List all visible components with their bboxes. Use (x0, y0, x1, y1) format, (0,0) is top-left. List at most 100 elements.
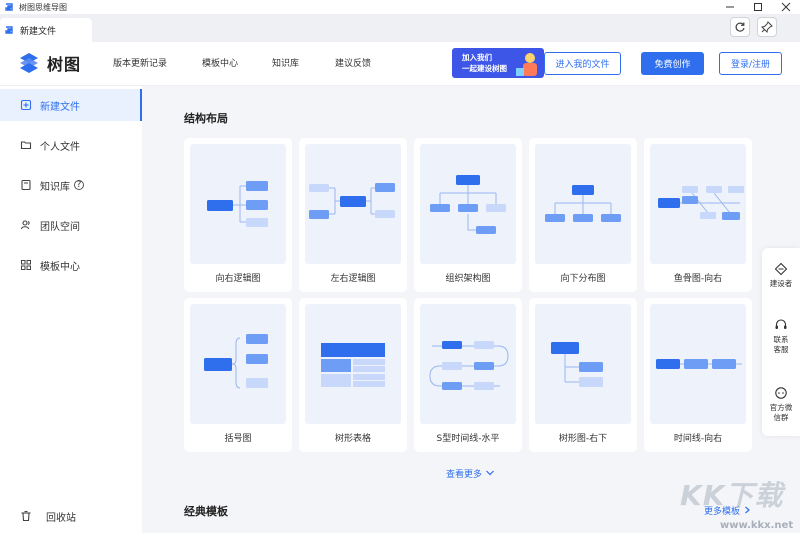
minimize-icon (726, 6, 734, 8)
contact-service-label: 联系客服 (773, 335, 789, 354)
builder-icon (774, 262, 788, 276)
tab-bar: 新建文件 (0, 14, 800, 42)
left-right-logic-diagram-icon (309, 183, 395, 219)
card-label: S型时间线-水平 (436, 434, 500, 444)
card-label: 左右逻辑图 (330, 274, 376, 284)
close-icon (781, 2, 791, 12)
sidebar-item-label: 知识库 (40, 181, 70, 193)
card-label: 鱼骨图-向右 (673, 274, 723, 284)
tab-label: 新建文件 (20, 26, 57, 37)
sidebar-item-team-space[interactable]: 团队空间 (0, 209, 142, 241)
card-label: 时间线-向右 (673, 434, 723, 444)
watermark-logo: KK下载 (680, 479, 784, 512)
s-timeline-diagram-icon (429, 341, 509, 390)
template-card-left-right-logic[interactable]: 左右逻辑图 (299, 138, 407, 292)
banner-line-2: 一起建设树图 (462, 64, 507, 73)
nav-template-center[interactable]: 模板中心 (202, 56, 238, 69)
logo-text: 树图 (47, 55, 82, 74)
see-more-link[interactable]: 查看更多 (446, 467, 495, 480)
card-label: 向下分布图 (560, 274, 606, 284)
banner-line-1: 加入我们 (462, 53, 492, 62)
watermark-url: www.kkx.net (720, 520, 794, 531)
enter-my-files-button[interactable]: 进入我的文件 (544, 52, 621, 75)
template-card-org-chart[interactable]: 组织架构图 (414, 138, 522, 292)
builder-button[interactable]: 建设者 (762, 262, 800, 289)
wechat-group-button[interactable]: 官方微信群 (762, 386, 800, 423)
team-icon (20, 219, 32, 231)
maximize-icon (754, 3, 762, 11)
template-card-down-distribution[interactable]: 向下分布图 (529, 138, 637, 292)
header: 树图 版本更新记录 模板中心 知识库 建议反馈 加入我们 一起建设树图 进入我的… (0, 42, 800, 86)
see-more-label: 查看更多 (446, 470, 483, 480)
template-card-right-logic[interactable]: 向右逻辑图 (184, 138, 292, 292)
nav-feedback[interactable]: 建议反馈 (335, 56, 371, 69)
app-logo-icon (5, 26, 13, 34)
builder-label: 建设者 (769, 279, 793, 288)
fishbone-diagram-icon (658, 186, 744, 220)
card-label: 树形图-右下 (558, 434, 608, 444)
org-chart-diagram-icon (430, 175, 506, 234)
template-card-tree-table[interactable]: 树形表格 (299, 298, 407, 452)
sidebar: 新建文件 个人文件 知识库 ? 团队空间 模板中心 回收站 (0, 86, 142, 533)
sidebar-item-label: 回收站 (46, 512, 76, 524)
sidebar-item-knowledge-base[interactable]: 知识库 ? (0, 169, 142, 201)
contact-service-button[interactable]: 联系客服 (762, 318, 800, 355)
bracket-diagram-icon (204, 334, 268, 389)
tree-table-diagram-icon (321, 343, 385, 387)
tree-down-right-diagram-icon (551, 342, 603, 387)
template-card-tree-down-right[interactable]: 树形图-右下 (529, 298, 637, 452)
template-card-fishbone-right[interactable]: 鱼骨图-向右 (644, 138, 752, 292)
nav-changelog[interactable]: 版本更新记录 (113, 56, 167, 69)
book-icon (20, 179, 32, 191)
main-content: 结构布局 向右逻辑图 左右逻辑图 组织架构图 向下分布图 鱼骨图-向右 括号图 … (142, 86, 800, 533)
sidebar-item-label: 模板中心 (40, 261, 80, 273)
card-label: 树形表格 (334, 434, 371, 444)
sidebar-item-template-center[interactable]: 模板中心 (0, 249, 142, 281)
section-title-structure: 结构布局 (184, 112, 228, 125)
card-label: 向右逻辑图 (215, 274, 261, 284)
timeline-right-diagram-icon (656, 359, 742, 369)
refresh-icon (735, 22, 745, 32)
watermark: KK下载 www.kkx.net (676, 474, 800, 533)
sidebar-item-new-file[interactable]: 新建文件 (0, 89, 142, 121)
new-file-icon (20, 99, 32, 111)
float-panel: 建设者 联系客服 官方微信群 (762, 248, 800, 436)
tab-new-file[interactable]: 新建文件 (0, 18, 92, 42)
shutu-logo-icon (20, 53, 38, 73)
folder-icon (20, 139, 32, 151)
join-us-banner[interactable]: 加入我们 一起建设树图 (452, 48, 544, 78)
nav-knowledge-base[interactable]: 知识库 (272, 56, 299, 69)
sidebar-item-label: 新建文件 (40, 101, 80, 113)
title-bar: 树图思维导图 (0, 0, 800, 14)
window-title: 树图思维导图 (19, 2, 67, 12)
chevron-down-icon (485, 470, 494, 476)
headset-icon (775, 319, 787, 329)
close-button[interactable] (772, 0, 800, 14)
minimize-button[interactable] (716, 0, 744, 14)
sidebar-item-personal-files[interactable]: 个人文件 (0, 129, 142, 161)
sidebar-item-trash[interactable]: 回收站 (0, 500, 142, 532)
pin-icon (761, 21, 773, 33)
app-logo-icon (5, 3, 13, 11)
section-title-classic: 经典模板 (184, 505, 228, 518)
banner-illustration-icon (516, 53, 537, 76)
sidebar-item-label: 个人文件 (40, 141, 80, 153)
right-logic-diagram-icon (207, 181, 268, 227)
help-icon[interactable]: ? (74, 180, 84, 190)
refresh-button[interactable] (730, 17, 750, 37)
free-create-button[interactable]: 免费创作 (641, 52, 704, 75)
template-card-timeline-right[interactable]: 时间线-向右 (644, 298, 752, 452)
login-register-button[interactable]: 登录/注册 (719, 52, 782, 75)
template-card-s-timeline[interactable]: S型时间线-水平 (414, 298, 522, 452)
card-label: 括号图 (224, 434, 252, 444)
logo[interactable]: 树图 (16, 50, 81, 76)
wechat-group-label: 官方微信群 (769, 403, 793, 422)
pin-button[interactable] (757, 17, 777, 37)
card-label: 组织架构图 (445, 274, 491, 284)
grid-icon (20, 259, 32, 271)
sidebar-item-label: 团队空间 (40, 221, 80, 233)
maximize-button[interactable] (744, 0, 772, 14)
template-card-bracket[interactable]: 括号图 (184, 298, 292, 452)
trash-icon (20, 510, 32, 522)
down-distribution-diagram-icon (545, 185, 621, 222)
